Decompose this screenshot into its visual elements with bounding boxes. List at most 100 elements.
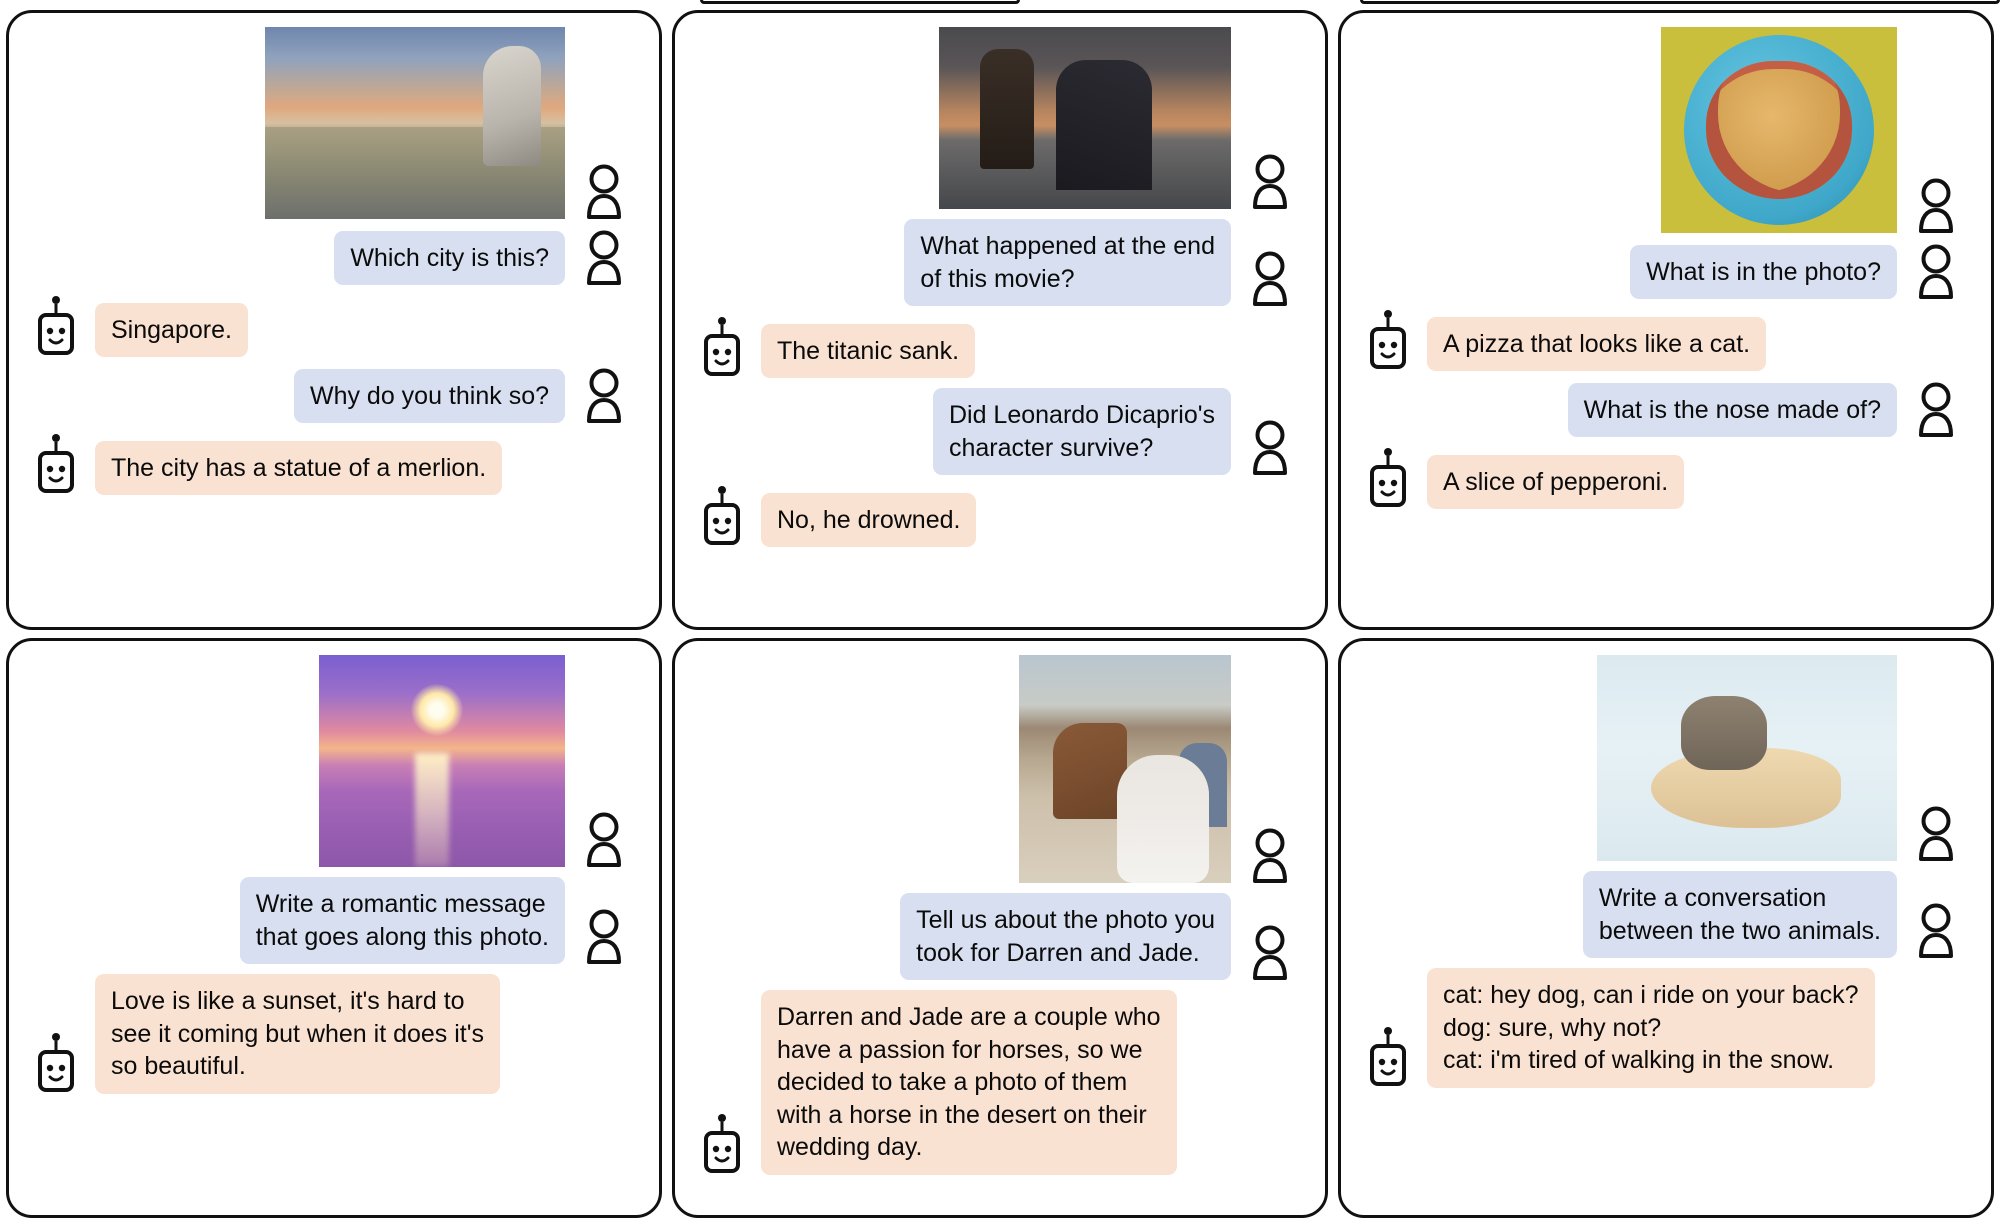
user-message-bubble[interactable]: Why do you think so? bbox=[293, 368, 565, 423]
robot-avatar-icon bbox=[704, 317, 740, 376]
message-row-image bbox=[689, 655, 1303, 883]
bot-message-bubble[interactable]: cat: hey dog, can i ride on your back? d… bbox=[1427, 968, 1875, 1088]
user-avatar-icon bbox=[1919, 903, 1953, 958]
bot-message-bubble[interactable]: No, he drowned. bbox=[761, 492, 977, 547]
cropped-panels-above bbox=[0, 0, 2000, 10]
user-avatar-slot bbox=[1903, 177, 1969, 233]
conversation-panel-grid: Which city is this? Singapore. Why do yo… bbox=[0, 10, 2000, 1218]
message-row-user: Which city is this? bbox=[23, 229, 637, 285]
user-avatar-slot bbox=[1237, 153, 1303, 209]
bot-message-bubble[interactable]: Love is like a sunset, it's hard to see … bbox=[95, 974, 501, 1094]
cat-riding-on-dog-in-snow-photo bbox=[1597, 655, 1897, 861]
cat-shaped-pizza-on-blue-plate-photo bbox=[1661, 27, 1897, 233]
user-avatar-icon bbox=[1253, 925, 1287, 980]
bot-avatar-slot bbox=[689, 1113, 755, 1175]
user-avatar-slot bbox=[1903, 243, 1969, 299]
bot-message-bubble[interactable]: The titanic sank. bbox=[761, 323, 976, 378]
conversation-thread: What happened at the end of this movie? bbox=[689, 27, 1303, 547]
user-avatar-slot bbox=[1903, 381, 1969, 437]
robot-avatar-icon bbox=[704, 486, 740, 545]
message-row-bot: cat: hey dog, can i ride on your back? d… bbox=[1355, 968, 1969, 1088]
user-avatar-slot bbox=[1237, 250, 1303, 306]
message-row-image bbox=[1355, 27, 1969, 233]
robot-avatar-icon bbox=[38, 434, 74, 493]
robot-avatar-icon bbox=[38, 1032, 74, 1092]
user-message-bubble[interactable]: Write a romantic message that goes along… bbox=[239, 877, 565, 964]
user-message-bubble[interactable]: Did Leonardo Dicaprio's character surviv… bbox=[932, 388, 1231, 475]
bot-message-bubble[interactable]: The city has a statue of a merlion. bbox=[95, 440, 503, 495]
message-row-image bbox=[23, 27, 637, 219]
message-row-user: Why do you think so? bbox=[23, 367, 637, 423]
panel-wedding: Tell us about the photo you took for Dar… bbox=[672, 638, 1328, 1218]
bot-avatar-slot bbox=[23, 1032, 89, 1094]
user-avatar-icon bbox=[587, 164, 621, 219]
user-message-bubble[interactable]: What is in the photo? bbox=[1630, 244, 1897, 299]
conversation-thread: What is in the photo? A pizza that looks… bbox=[1355, 27, 1969, 509]
bot-avatar-slot bbox=[23, 433, 89, 495]
user-message-bubble[interactable]: Which city is this? bbox=[334, 230, 565, 285]
user-avatar-icon bbox=[1253, 420, 1287, 475]
merlion-statue-singapore-skyline-photo bbox=[265, 27, 565, 219]
conversation-thread: Which city is this? Singapore. Why do yo… bbox=[23, 27, 637, 495]
bot-message-bubble[interactable]: A pizza that looks like a cat. bbox=[1427, 316, 1767, 371]
message-row-user: Write a romantic message that goes along… bbox=[23, 877, 637, 964]
user-avatar-icon bbox=[587, 230, 621, 285]
cropped-panel-stub bbox=[700, 0, 1020, 4]
user-avatar-icon bbox=[1253, 154, 1287, 209]
panel-cat-dog: Write a conversation between the two ani… bbox=[1338, 638, 1994, 1218]
message-row-image bbox=[689, 27, 1303, 209]
bot-avatar-slot bbox=[23, 295, 89, 357]
bot-avatar-slot bbox=[1355, 1026, 1421, 1088]
user-avatar-icon bbox=[587, 909, 621, 964]
titanic-movie-bow-scene-photo bbox=[939, 27, 1231, 209]
desert-wedding-couple-with-horse-photo bbox=[1019, 655, 1231, 883]
user-message-bubble[interactable]: Write a conversation between the two ani… bbox=[1582, 871, 1897, 958]
robot-avatar-icon bbox=[704, 1113, 740, 1173]
user-message-bubble[interactable]: Tell us about the photo you took for Dar… bbox=[900, 893, 1231, 980]
user-avatar-icon bbox=[1919, 382, 1953, 437]
user-avatar-icon bbox=[1919, 244, 1953, 299]
user-avatar-icon bbox=[1919, 178, 1953, 233]
bot-message-bubble[interactable]: Darren and Jade are a couple who have a … bbox=[761, 990, 1177, 1175]
user-avatar-slot bbox=[571, 811, 637, 867]
user-avatar-slot bbox=[1237, 419, 1303, 475]
message-row-user: Tell us about the photo you took for Dar… bbox=[689, 893, 1303, 980]
user-avatar-icon bbox=[587, 368, 621, 423]
user-message-bubble[interactable]: What is the nose made of? bbox=[1567, 382, 1897, 437]
message-row-user: What is the nose made of? bbox=[1355, 381, 1969, 437]
user-avatar-slot bbox=[571, 367, 637, 423]
user-avatar-slot bbox=[1903, 805, 1969, 861]
message-row-image bbox=[23, 655, 637, 867]
bot-avatar-slot bbox=[1355, 447, 1421, 509]
purple-ocean-sunset-photo bbox=[319, 655, 565, 867]
conversation-thread: Tell us about the photo you took for Dar… bbox=[689, 655, 1303, 1175]
panel-singapore: Which city is this? Singapore. Why do yo… bbox=[6, 10, 662, 630]
message-row-bot: The titanic sank. bbox=[689, 316, 1303, 378]
user-avatar-slot bbox=[1237, 924, 1303, 980]
message-row-bot: The city has a statue of a merlion. bbox=[23, 433, 637, 495]
panel-titanic: What happened at the end of this movie? bbox=[672, 10, 1328, 630]
message-row-bot: Darren and Jade are a couple who have a … bbox=[689, 990, 1303, 1175]
robot-avatar-icon bbox=[1370, 448, 1406, 507]
bot-avatar-slot bbox=[1355, 309, 1421, 371]
user-message-bubble[interactable]: What happened at the end of this movie? bbox=[904, 219, 1231, 306]
bot-message-bubble[interactable]: A slice of pepperoni. bbox=[1427, 454, 1685, 509]
cropped-panel-stub bbox=[1360, 0, 2000, 4]
message-row-user: What happened at the end of this movie? bbox=[689, 219, 1303, 306]
panel-sunset: Write a romantic message that goes along… bbox=[6, 638, 662, 1218]
message-row-user: Did Leonardo Dicaprio's character surviv… bbox=[689, 388, 1303, 475]
user-avatar-slot bbox=[571, 229, 637, 285]
conversation-thread: Write a romantic message that goes along… bbox=[23, 655, 637, 1094]
message-row-image bbox=[1355, 655, 1969, 861]
user-avatar-icon bbox=[587, 812, 621, 867]
robot-avatar-icon bbox=[1370, 310, 1406, 369]
bot-message-bubble[interactable]: Singapore. bbox=[95, 302, 248, 357]
user-avatar-slot bbox=[571, 163, 637, 219]
bot-avatar-slot bbox=[689, 316, 755, 378]
bot-avatar-slot bbox=[689, 485, 755, 547]
user-avatar-icon bbox=[1253, 251, 1287, 306]
message-row-bot: Love is like a sunset, it's hard to see … bbox=[23, 974, 637, 1094]
robot-avatar-icon bbox=[38, 296, 74, 355]
message-row-bot: No, he drowned. bbox=[689, 485, 1303, 547]
panel-pizza-cat: What is in the photo? A pizza that looks… bbox=[1338, 10, 1994, 630]
